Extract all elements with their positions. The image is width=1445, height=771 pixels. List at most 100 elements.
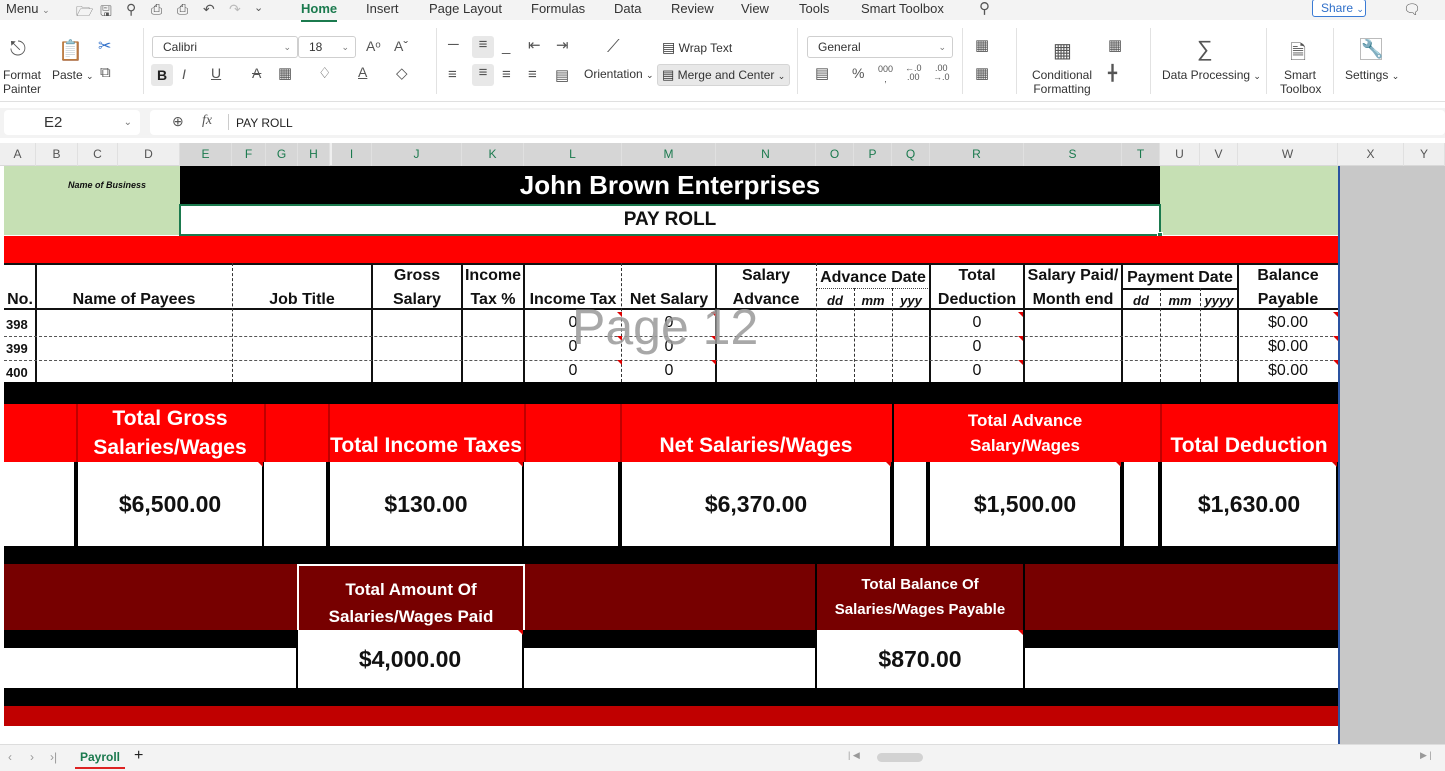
empty-cell[interactable]	[264, 462, 328, 546]
fx-icon[interactable]: fx	[202, 113, 212, 129]
main-menu-button[interactable]: Menu ⌄	[6, 0, 50, 20]
increase-decimal-icon[interactable]: ←.0.00	[905, 64, 922, 82]
empty-cell[interactable]	[1122, 462, 1160, 546]
format-painter-button[interactable]: Format Painter	[2, 68, 42, 96]
column-header-u[interactable]: U	[1160, 143, 1200, 166]
column-header-h[interactable]: H	[298, 143, 330, 166]
undo-icon[interactable]: ↶	[203, 1, 215, 18]
column-header-p[interactable]: P	[854, 143, 892, 166]
column-header-k[interactable]: K	[462, 143, 524, 166]
business-label-cell[interactable]: Name of Business	[4, 166, 180, 235]
increase-font-icon[interactable]: Aᵒ	[366, 38, 381, 54]
open-icon[interactable]: 🗁	[76, 1, 93, 25]
column-header-a[interactable]: A	[0, 143, 36, 166]
freeze-panes-icon[interactable]: ╋	[1108, 64, 1117, 82]
spreadsheet-grid[interactable]: Name of Business John Brown Enterprises …	[0, 166, 1445, 744]
total-balance-value-cell[interactable]: $870.00	[815, 630, 1025, 688]
zoom-formula-icon[interactable]: ⊕	[172, 113, 184, 130]
column-header-j[interactable]: J	[372, 143, 462, 166]
column-header-s[interactable]: S	[1024, 143, 1122, 166]
column-header-m[interactable]: M	[622, 143, 716, 166]
scroll-right-icon[interactable]: ▶ |	[1420, 750, 1432, 761]
column-header-r[interactable]: R	[930, 143, 1024, 166]
decrease-font-icon[interactable]: Aˇ	[394, 38, 408, 54]
column-header-n[interactable]: N	[716, 143, 816, 166]
font-size-select[interactable]: 18 ⌄	[298, 36, 356, 58]
formula-input[interactable]: ⊕ fx PAY ROLL	[150, 110, 1445, 135]
net-salaries-value-cell[interactable]: $6,370.00	[620, 462, 892, 546]
tab-view[interactable]: View	[741, 0, 769, 20]
paste-button[interactable]: Paste ⌄	[52, 68, 94, 82]
column-header-i[interactable]: I	[332, 143, 372, 166]
copy-icon[interactable]: ⧉	[100, 64, 111, 81]
cut-icon[interactable]: ✂	[98, 36, 111, 56]
payroll-title-cell[interactable]: PAY ROLL	[179, 204, 1161, 236]
clear-format-icon[interactable]: ◇	[396, 64, 408, 82]
column-header-c[interactable]: C	[78, 143, 118, 166]
add-sheet-button[interactable]: +	[134, 747, 143, 765]
column-header-x[interactable]: X	[1338, 143, 1404, 166]
tab-home[interactable]: Home	[301, 0, 338, 22]
cell-style-icon[interactable]: ▦	[975, 36, 989, 54]
strikethrough-button[interactable]: A	[252, 65, 261, 81]
tab-insert[interactable]: Insert	[366, 0, 399, 20]
search-icon[interactable]: ⚲	[979, 0, 990, 17]
share-button[interactable]: Share ⌄	[1312, 0, 1366, 17]
tab-review[interactable]: Review	[671, 0, 714, 20]
empty-cell[interactable]	[4, 462, 76, 546]
wrap-text-button[interactable]: ▤ Wrap Text	[662, 39, 732, 56]
align-right-icon[interactable]: ≡	[502, 66, 511, 83]
sheet-tab-payroll[interactable]: Payroll	[75, 745, 125, 769]
comment-icon[interactable]: 🗨	[1403, 1, 1421, 18]
sum-icon[interactable]: ∑	[1197, 36, 1213, 62]
font-color-icon[interactable]: A	[358, 64, 367, 80]
conditional-formatting-button[interactable]: Conditional Formatting	[1030, 68, 1094, 96]
conditional-formatting-icon[interactable]: ▦	[1053, 38, 1072, 63]
increase-indent-icon[interactable]: ⇥	[556, 36, 569, 54]
font-name-select[interactable]: Calibri ⌄	[152, 36, 298, 58]
settings-icon[interactable]: 🔧	[1360, 38, 1383, 60]
column-header-w[interactable]: W	[1238, 143, 1338, 166]
export-icon[interactable]: ⚲	[126, 1, 136, 18]
column-header-f[interactable]: F	[232, 143, 266, 166]
total-income-taxes-value-cell[interactable]: $130.00	[328, 462, 524, 546]
total-advance-value-cell[interactable]: $1,500.00	[928, 462, 1122, 546]
total-gross-value-cell[interactable]: $6,500.00	[76, 462, 264, 546]
merge-center-button[interactable]: ▤ Merge and Center ⌄	[657, 64, 791, 86]
orientation-button[interactable]: Orientation ⌄	[584, 67, 654, 81]
justify-icon[interactable]: ≡	[528, 66, 537, 83]
tab-smart-toolbox[interactable]: Smart Toolbox	[861, 0, 944, 20]
paste-icon[interactable]: 📋	[58, 38, 83, 63]
column-header-b[interactable]: B	[36, 143, 78, 166]
print-icon[interactable]: ⎙	[151, 1, 162, 18]
smart-toolbox-button[interactable]: Smart Toolbox	[1280, 68, 1321, 96]
borders-icon[interactable]: ▦	[278, 64, 292, 82]
scroll-left-icon[interactable]: | ◀	[848, 750, 860, 761]
column-header-t[interactable]: T	[1122, 143, 1160, 166]
data-processing-button[interactable]: Data Processing ⌄	[1162, 68, 1261, 82]
column-header-l[interactable]: L	[524, 143, 622, 166]
italic-button[interactable]: I	[182, 66, 186, 82]
tab-formulas[interactable]: Formulas	[531, 0, 585, 20]
bold-button[interactable]: B	[151, 64, 173, 86]
align-bottom-icon[interactable]: _	[502, 38, 510, 55]
align-top-icon[interactable]: ─	[448, 36, 459, 53]
column-header-g[interactable]: G	[266, 143, 298, 166]
total-deduction-value-cell[interactable]: $1,630.00	[1160, 462, 1338, 546]
quick-access-more-icon[interactable]: ⌄	[254, 1, 263, 14]
underline-button[interactable]: U	[211, 65, 221, 81]
thousands-separator-icon[interactable]: 000,	[878, 64, 893, 84]
total-paid-value-cell[interactable]: $4,000.00	[298, 630, 524, 688]
decrease-indent-icon[interactable]: ⇤	[528, 36, 541, 54]
tab-page-layout[interactable]: Page Layout	[429, 0, 502, 20]
redo-icon[interactable]: ↷	[229, 1, 241, 18]
column-header-q[interactable]: Q	[892, 143, 930, 166]
accounting-format-icon[interactable]: ▤	[815, 64, 829, 82]
tab-data[interactable]: Data	[614, 0, 641, 20]
next-sheet-icon[interactable]: ›	[30, 750, 34, 764]
distribute-icon[interactable]: ▤	[555, 66, 569, 84]
column-header-v[interactable]: V	[1200, 143, 1238, 166]
empty-cell[interactable]	[524, 462, 620, 546]
align-middle-icon[interactable]: ≡	[472, 36, 494, 58]
orientation-icon[interactable]: ⟋	[607, 36, 620, 57]
